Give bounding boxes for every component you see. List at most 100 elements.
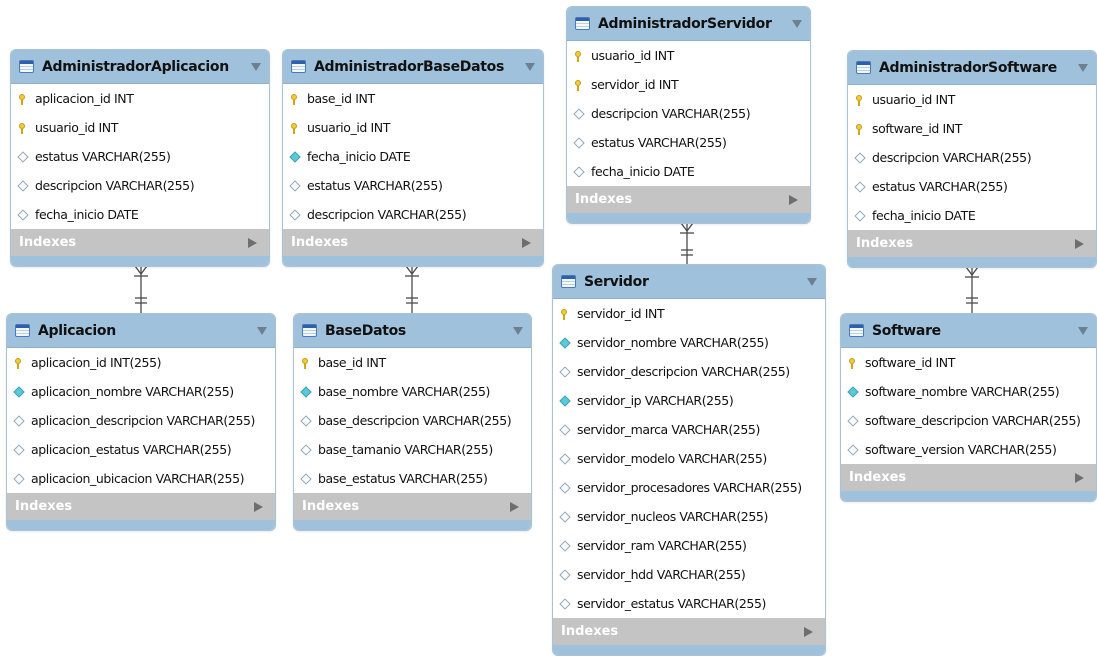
indexes-section[interactable]: Indexes [553,618,825,645]
column-row[interactable]: software_descripcion VARCHAR(255) [841,406,1096,435]
expand-arrow-icon[interactable] [510,501,519,512]
table-header[interactable]: AdministradorBaseDatos [283,50,543,84]
key-icon [561,308,575,320]
expand-arrow-icon[interactable] [254,501,263,512]
table-header[interactable]: BaseDatos [294,314,531,348]
column-row[interactable]: servidor_procesadores VARCHAR(255) [553,473,825,502]
indexes-section[interactable]: Indexes [567,186,810,213]
collapse-arrow-icon[interactable] [1078,63,1088,72]
column-row[interactable]: base_id INT [294,348,531,377]
table-administrador-base-datos[interactable]: AdministradorBaseDatos base_id INT usuario… [282,49,544,267]
column-row[interactable]: servidor_id INT [567,70,810,99]
table-header[interactable]: Software [841,314,1096,348]
collapse-arrow-icon[interactable] [513,326,523,335]
column-row[interactable]: aplicacion_estatus VARCHAR(255) [7,435,275,464]
expand-arrow-icon[interactable] [248,237,257,248]
column-row[interactable]: estatus VARCHAR(255) [283,171,543,200]
table-header[interactable]: AdministradorServidor [567,7,810,41]
column-row[interactable]: fecha_inicio DATE [567,157,810,186]
indexes-section[interactable]: Indexes [841,464,1096,491]
collapse-arrow-icon[interactable] [792,19,802,28]
column-row[interactable]: servidor_marca VARCHAR(255) [553,415,825,444]
table-name: Servidor [584,273,649,290]
table-software[interactable]: Software software_id INT software_nombre V… [840,313,1097,502]
expand-arrow-icon[interactable] [804,626,813,637]
column-row[interactable]: aplicacion_nombre VARCHAR(255) [7,377,275,406]
column-row[interactable]: usuario_id INT [11,113,269,142]
column-row[interactable]: software_id INT [848,114,1096,143]
column-row[interactable]: servidor_estatus VARCHAR(255) [553,589,825,618]
column-row[interactable]: usuario_id INT [283,113,543,142]
column-row[interactable]: estatus VARCHAR(255) [567,128,810,157]
column-row[interactable]: aplicacion_id INT(255) [7,348,275,377]
column-row[interactable]: descripcion VARCHAR(255) [567,99,810,128]
collapse-arrow-icon[interactable] [1078,326,1088,335]
expand-arrow-icon[interactable] [789,194,798,205]
column-row[interactable]: base_nombre VARCHAR(255) [294,377,531,406]
column-row[interactable]: fecha_inicio DATE [848,201,1096,230]
column-row[interactable]: estatus VARCHAR(255) [11,142,269,171]
table-header[interactable]: AdministradorSoftware [848,51,1096,85]
column-row[interactable]: aplicacion_id INT [11,84,269,113]
table-servidor[interactable]: Servidor servidor_id INT servidor_nombre V… [552,264,826,656]
table-header[interactable]: AdministradorAplicacion [11,50,269,84]
table-aplicacion[interactable]: Aplicacion aplicacion_id INT(255) aplicaci… [6,313,276,531]
column-row[interactable]: base_estatus VARCHAR(255) [294,464,531,493]
column-row[interactable]: descripcion VARCHAR(255) [283,200,543,229]
collapse-arrow-icon[interactable] [257,326,267,335]
table-header[interactable]: Aplicacion [7,314,275,348]
table-administrador-software[interactable]: AdministradorSoftware usuario_id INT softw… [847,50,1097,268]
column-row[interactable]: servidor_nucleos VARCHAR(255) [553,502,825,531]
expand-arrow-icon[interactable] [522,237,531,248]
column-row[interactable]: fecha_inicio DATE [11,200,269,229]
empty-diamond-icon [559,365,575,378]
column-text: base_id INT [318,355,386,370]
column-row[interactable]: aplicacion_ubicacion VARCHAR(255) [7,464,275,493]
collapse-arrow-icon[interactable] [251,62,261,71]
collapse-arrow-icon[interactable] [807,277,817,286]
column-row[interactable]: base_id INT [283,84,543,113]
table-footer [553,645,825,655]
table-administrador-aplicacion[interactable]: AdministradorAplicacion aplicacion_id INT… [10,49,270,267]
column-row[interactable]: software_id INT [841,348,1096,377]
column-row[interactable]: usuario_id INT [848,85,1096,114]
column-row[interactable]: base_descripcion VARCHAR(255) [294,406,531,435]
column-row[interactable]: servidor_modelo VARCHAR(255) [553,444,825,473]
table-administrador-servidor[interactable]: AdministradorServidor usuario_id INT servi… [566,6,811,224]
column-row[interactable]: software_nombre VARCHAR(255) [841,377,1096,406]
table-name: AdministradorBaseDatos [314,58,504,75]
column-text: estatus VARCHAR(255) [591,135,727,150]
table-header[interactable]: Servidor [553,265,825,299]
expand-arrow-icon[interactable] [1075,238,1084,249]
column-row[interactable]: base_tamanio VARCHAR(255) [294,435,531,464]
indexes-section[interactable]: Indexes [283,229,543,256]
column-row[interactable]: servidor_ram VARCHAR(255) [553,531,825,560]
column-row[interactable]: servidor_hdd VARCHAR(255) [553,560,825,589]
table-icon [302,324,317,337]
table-name: Aplicacion [38,322,116,339]
indexes-section[interactable]: Indexes [294,493,531,520]
column-row[interactable]: servidor_id INT [553,299,825,328]
indexes-section[interactable]: Indexes [848,230,1096,257]
column-row[interactable]: servidor_descripcion VARCHAR(255) [553,357,825,386]
expand-arrow-icon[interactable] [1075,472,1084,483]
collapse-arrow-icon[interactable] [525,62,535,71]
table-base-datos[interactable]: BaseDatos base_id INT base_nombre VARCHAR(… [293,313,532,531]
column-row[interactable]: descripcion VARCHAR(255) [11,171,269,200]
indexes-section[interactable]: Indexes [7,493,275,520]
table-footer [841,491,1096,501]
indexes-section[interactable]: Indexes [11,229,269,256]
column-text: servidor_nucleos VARCHAR(255) [577,509,768,524]
column-row[interactable]: fecha_inicio DATE [283,142,543,171]
column-row[interactable]: servidor_ip VARCHAR(255) [553,386,825,415]
column-text: aplicacion_descripcion VARCHAR(255) [31,413,256,428]
table-icon [575,17,590,30]
column-row[interactable]: aplicacion_descripcion VARCHAR(255) [7,406,275,435]
empty-diamond-icon [573,107,589,120]
column-row[interactable]: servidor_nombre VARCHAR(255) [553,328,825,357]
column-row[interactable]: usuario_id INT [567,41,810,70]
column-row[interactable]: descripcion VARCHAR(255) [848,143,1096,172]
column-row[interactable]: estatus VARCHAR(255) [848,172,1096,201]
column-row[interactable]: software_version VARCHAR(255) [841,435,1096,464]
filled-diamond-icon-shape [289,150,301,163]
